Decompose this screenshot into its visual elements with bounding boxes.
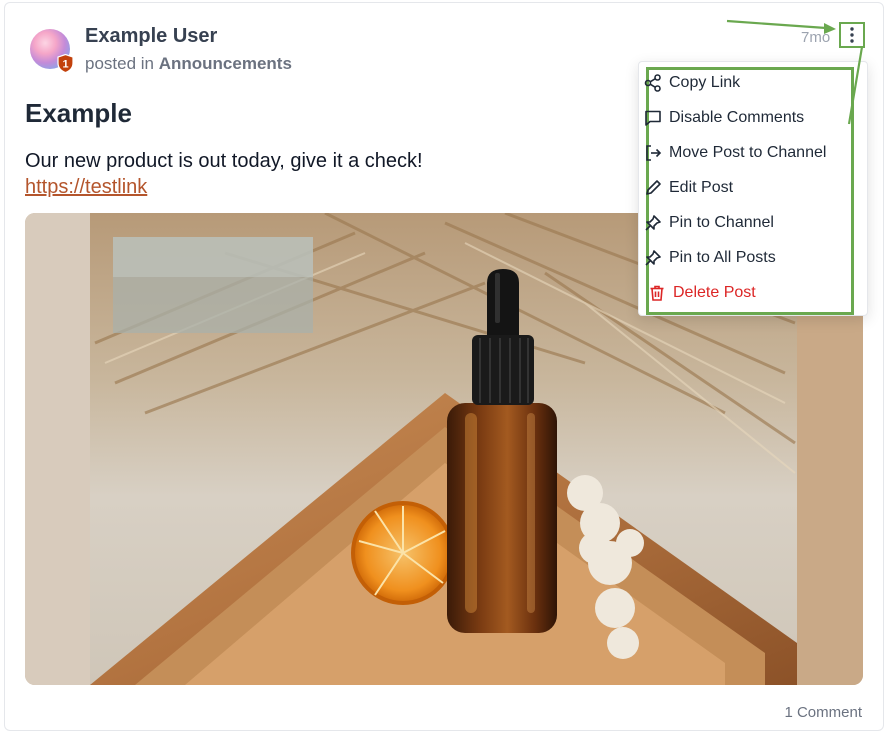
move-icon bbox=[643, 143, 663, 163]
pin-icon bbox=[643, 248, 663, 268]
post-title: Example bbox=[25, 98, 132, 128]
menu-item-pin-all-posts[interactable]: Pin to All Posts bbox=[643, 243, 776, 273]
menu-item-label: Edit Post bbox=[669, 179, 734, 196]
post-body: Our new product is out today, give it a … bbox=[25, 150, 423, 172]
share-icon bbox=[643, 73, 663, 93]
level-badge-count: 1 bbox=[62, 59, 68, 71]
post-timestamp: 7mo bbox=[801, 29, 831, 46]
menu-item-move-post[interactable]: Move Post to Channel bbox=[643, 138, 826, 168]
menu-item-label: Pin to Channel bbox=[669, 214, 774, 231]
pencil-icon bbox=[643, 178, 663, 198]
comment-icon bbox=[643, 108, 663, 128]
menu-item-pin-channel[interactable]: Pin to Channel bbox=[643, 208, 774, 238]
post-options-menu: Copy Link Disable Comments Move Post to … bbox=[638, 61, 868, 316]
more-options-button[interactable] bbox=[839, 22, 865, 48]
menu-item-label: Delete Post bbox=[673, 284, 756, 301]
menu-item-label: Copy Link bbox=[669, 74, 741, 91]
menu-item-edit-post[interactable]: Edit Post bbox=[643, 173, 733, 203]
level-badge-icon: 1 bbox=[57, 54, 74, 73]
menu-item-copy-link[interactable]: Copy Link bbox=[643, 68, 740, 98]
posted-in-line: posted in Announcements bbox=[85, 54, 292, 74]
channel-link[interactable]: Announcements bbox=[159, 54, 292, 73]
trash-icon bbox=[647, 283, 667, 303]
kebab-icon bbox=[850, 27, 854, 43]
menu-item-disable-comments[interactable]: Disable Comments bbox=[643, 103, 804, 133]
comments-count[interactable]: 1 Comment bbox=[784, 704, 862, 721]
menu-item-label: Move Post to Channel bbox=[669, 144, 827, 161]
menu-item-delete-post[interactable]: Delete Post bbox=[647, 278, 756, 308]
author-name[interactable]: Example User bbox=[85, 25, 217, 48]
posted-in-prefix: posted in bbox=[85, 54, 154, 73]
pin-icon bbox=[643, 213, 663, 233]
menu-item-label: Pin to All Posts bbox=[669, 249, 776, 266]
post-link[interactable]: https://testlink bbox=[25, 176, 147, 199]
menu-item-label: Disable Comments bbox=[669, 109, 805, 126]
